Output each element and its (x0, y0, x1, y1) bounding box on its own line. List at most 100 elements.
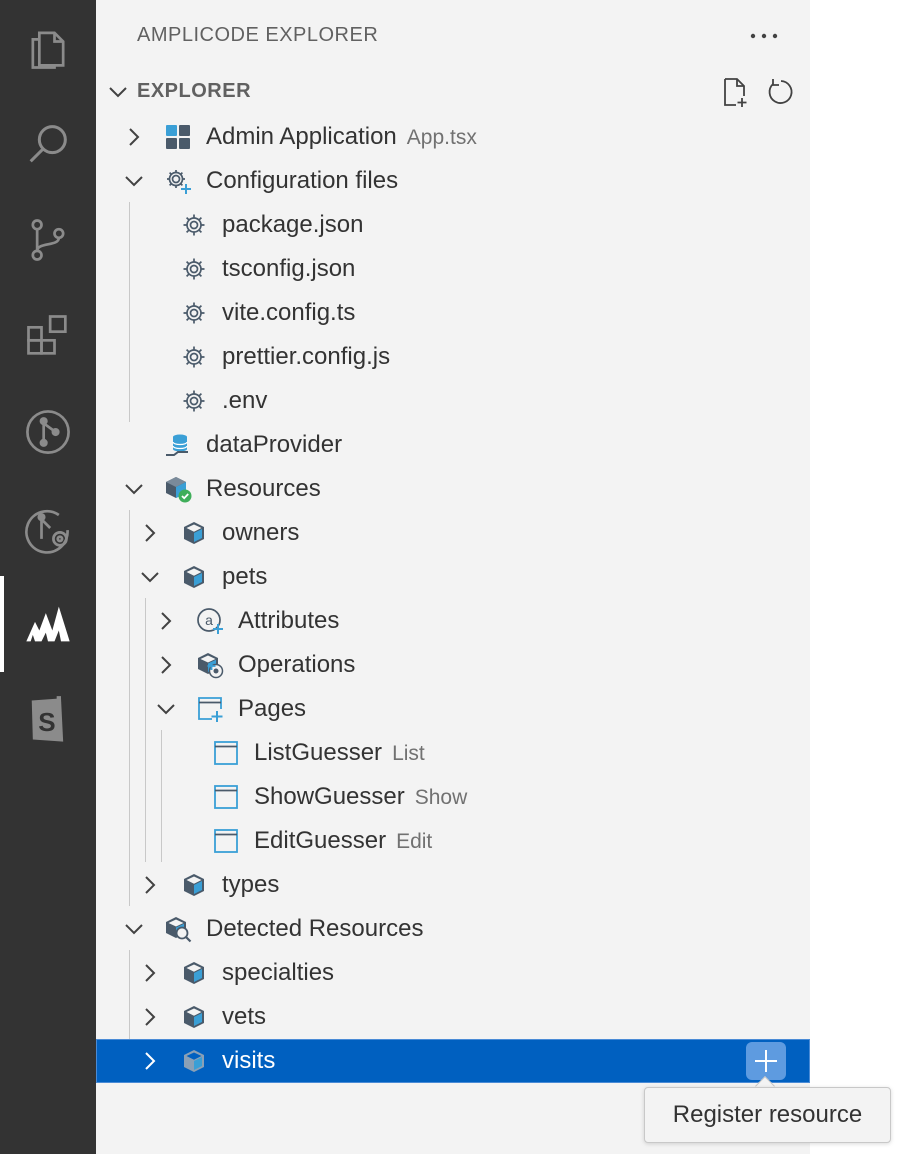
chevron-right-icon (154, 609, 178, 633)
tree-item-label: vets (222, 1003, 267, 1030)
tree-item-show-guesser[interactable]: ShowGuesser Show (96, 775, 810, 819)
tree-item-package-json[interactable]: package.json (96, 203, 810, 247)
chevron-down-icon (122, 477, 146, 501)
tree-item-description: List (392, 742, 425, 765)
tree-item-label: Pages (238, 695, 307, 722)
amplicode-explorer-panel: AMPLICODE EXPLORER EXPLORER Admin Applic… (96, 0, 810, 1154)
tree-item-attributes[interactable]: a Attributes (96, 599, 810, 643)
tree-item-specialties[interactable]: specialties (96, 951, 810, 995)
config-gear-icon (164, 167, 192, 195)
panel-title: AMPLICODE EXPLORER (137, 24, 379, 46)
tree-item-detected-resources[interactable]: Detected Resources (96, 907, 810, 951)
tree-item-label: Configuration files (206, 167, 399, 194)
chevron-down-icon (154, 697, 178, 721)
tree-item-types[interactable]: types (96, 863, 810, 907)
chevron-right-icon (138, 1005, 162, 1029)
tree-item-label: ShowGuesser (254, 783, 405, 810)
window-icon (212, 783, 240, 811)
register-resource-button[interactable] (746, 1042, 786, 1080)
tree-item-label: package.json (222, 211, 364, 238)
tree-item-resources[interactable]: Resources (96, 467, 810, 511)
chevron-right-icon (138, 521, 162, 545)
tree-item-list-guesser[interactable]: ListGuesser List (96, 731, 810, 775)
tree-item-edit-guesser[interactable]: EditGuesser Edit (96, 819, 810, 863)
tree-item-vets[interactable]: vets (96, 995, 810, 1039)
chevron-right-icon (138, 961, 162, 985)
tree-item-admin-application[interactable]: Admin Application App.tsx (96, 115, 810, 159)
tree-item-owners[interactable]: owners (96, 511, 810, 555)
git-lens-icon[interactable] (0, 480, 96, 576)
tree-item-label: owners (222, 519, 300, 546)
tree-item-env[interactable]: .env (96, 379, 810, 423)
operations-icon (196, 651, 224, 679)
git-graph-icon[interactable] (0, 384, 96, 480)
tree-item-pets[interactable]: pets (96, 555, 810, 599)
tree-item-label: Attributes (238, 607, 340, 634)
tree-item-label: pets (222, 563, 268, 590)
tree-item-label: Resources (206, 475, 321, 502)
pages-icon (196, 695, 224, 723)
app-grid-icon (164, 123, 192, 151)
gear-icon (180, 387, 208, 415)
tree-item-configuration-files[interactable]: Configuration files (96, 159, 810, 203)
resources-check-icon (164, 475, 192, 503)
tree-item-pages[interactable]: Pages (96, 687, 810, 731)
tree-item-prettier-config[interactable]: prettier.config.js (96, 335, 810, 379)
chevron-down-icon (138, 565, 162, 589)
chevron-down-icon (122, 917, 146, 941)
cube-icon (180, 1047, 208, 1075)
tree-item-visits[interactable]: visits (96, 1039, 810, 1083)
more-actions-icon[interactable] (746, 20, 782, 52)
plus-icon (755, 1050, 777, 1072)
tree-item-operations[interactable]: Operations (96, 643, 810, 687)
tree-item-vite-config[interactable]: vite.config.ts (96, 291, 810, 335)
tree-item-label: EditGuesser (254, 827, 387, 854)
tree-item-data-provider[interactable]: dataProvider (96, 423, 810, 467)
chevron-right-icon (138, 873, 162, 897)
tree-item-description: Show (414, 786, 468, 809)
tree-item-label: .env (222, 387, 268, 414)
new-file-icon[interactable] (716, 74, 752, 110)
tree-item-label: types (222, 871, 280, 898)
extensions-icon[interactable] (0, 288, 96, 384)
tree-item-label: vite.config.ts (222, 299, 356, 326)
cube-icon (180, 519, 208, 547)
tree-item-tsconfig-json[interactable]: tsconfig.json (96, 247, 810, 291)
activity-bar: S (0, 0, 96, 1154)
amplicode-icon[interactable] (0, 576, 96, 672)
tree-item-label: prettier.config.js (222, 343, 391, 370)
tree-item-label: visits (222, 1047, 276, 1074)
gear-icon (180, 343, 208, 371)
tree-item-label: dataProvider (206, 431, 343, 458)
database-icon (164, 431, 192, 459)
storybook-icon[interactable]: S (0, 672, 96, 768)
gear-icon (180, 255, 208, 283)
svg-text:S: S (38, 707, 55, 737)
tree-item-label: tsconfig.json (222, 255, 356, 282)
source-control-icon[interactable] (0, 192, 96, 288)
section-title: EXPLORER (137, 80, 252, 102)
cube-icon (180, 1003, 208, 1031)
tree-item-label: Detected Resources (206, 915, 424, 942)
tree-item-label: Operations (238, 651, 356, 678)
search-icon[interactable] (0, 96, 96, 192)
tree-item-description: App.tsx (406, 126, 477, 149)
window-icon (212, 739, 240, 767)
chevron-right-icon (138, 1049, 162, 1073)
tree-item-label: Admin Application (206, 123, 397, 150)
svg-text:a: a (205, 612, 213, 628)
editor-area (810, 0, 904, 1154)
attributes-icon: a (196, 607, 224, 635)
chevron-down-icon (106, 80, 130, 104)
cube-icon (180, 563, 208, 591)
chevron-down-icon (122, 169, 146, 193)
register-resource-tooltip: Register resource (644, 1087, 891, 1143)
cube-icon (180, 871, 208, 899)
tree-item-label: specialties (222, 959, 335, 986)
window-icon (212, 827, 240, 855)
tree-item-description: Edit (396, 830, 433, 853)
refresh-icon[interactable] (762, 74, 798, 110)
chevron-right-icon (122, 125, 146, 149)
files-icon[interactable] (0, 0, 96, 96)
explorer-section-header[interactable]: EXPLORER (96, 70, 810, 114)
